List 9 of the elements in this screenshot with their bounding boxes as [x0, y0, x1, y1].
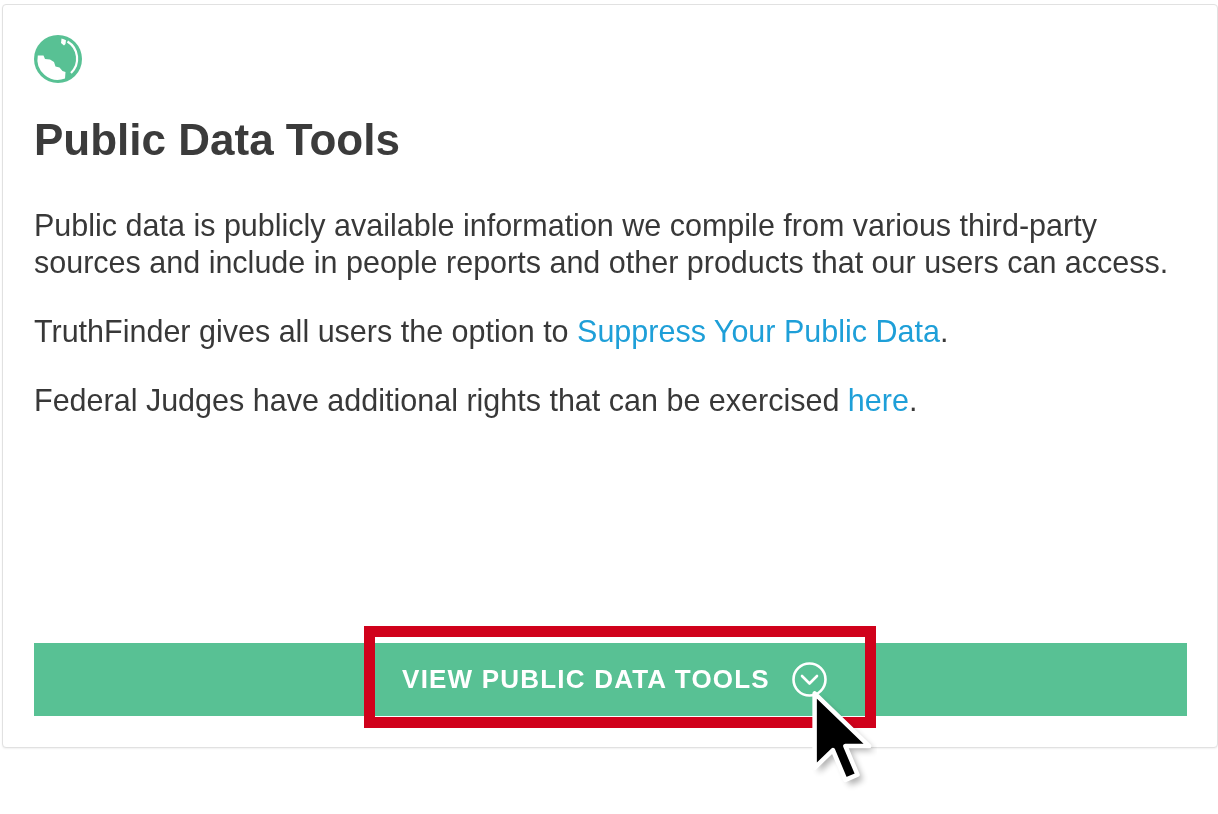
body-paragraph: Federal Judges have additional rights that can be exercised here.	[34, 382, 919, 419]
chevron-circle-icon	[791, 662, 827, 697]
view-data-tools-button[interactable]: VIEW PUBLIC DATA TOOLS	[34, 643, 1187, 716]
globe-icon	[34, 35, 82, 83]
body-paragraph: TruthFinder gives all users the option to Suppress Your Public Data.	[34, 313, 950, 350]
text-link[interactable]: Suppress Your Public Data	[577, 314, 940, 348]
text-link[interactable]: here	[847, 383, 909, 417]
card-title: Public Data Tools	[34, 114, 400, 166]
body-paragraph: Public data is publicly available information we compile from various third-party sources and include in people reports and other products that our users can access.	[34, 207, 1170, 281]
